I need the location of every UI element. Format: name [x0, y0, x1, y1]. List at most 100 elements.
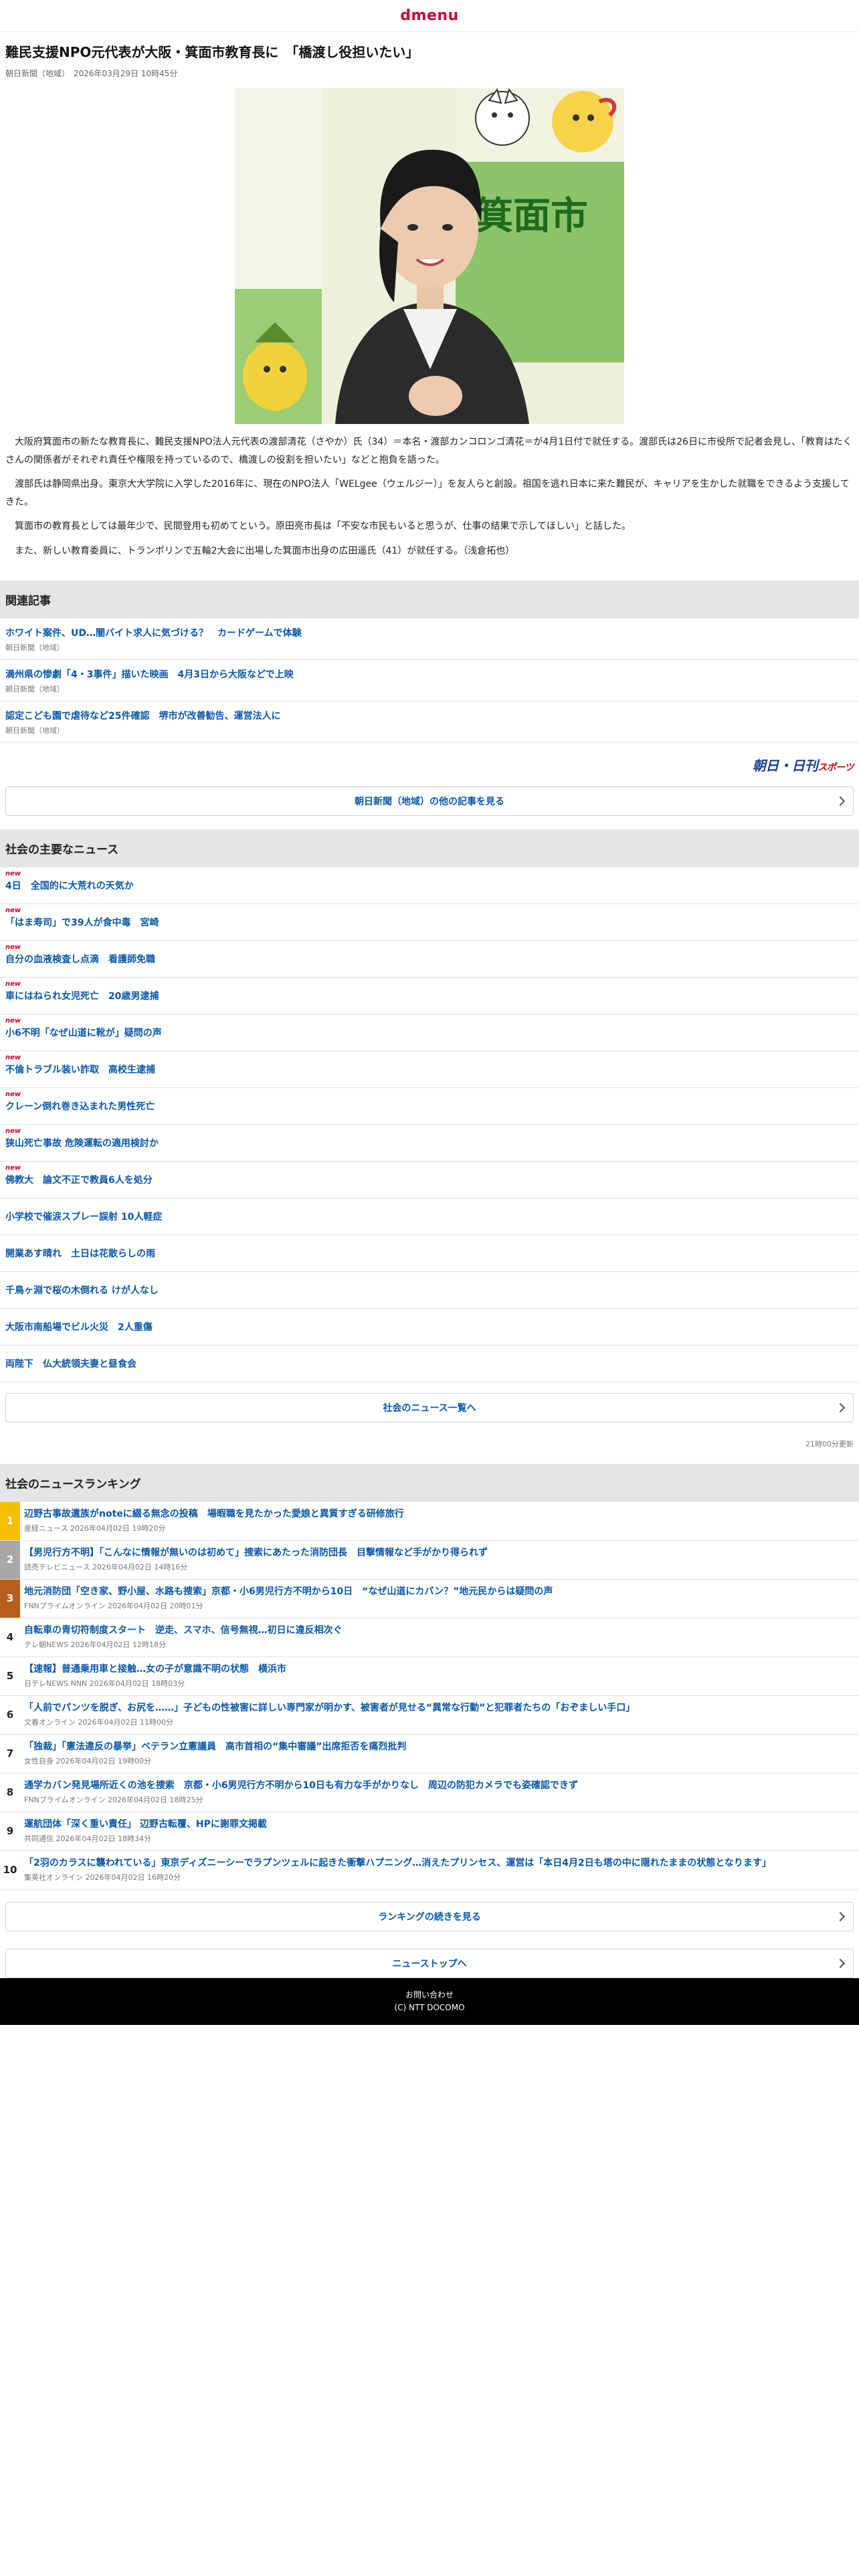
article-meta: 朝日新聞（地域） 2026年03月29日 10時45分: [5, 69, 178, 78]
society-news-item[interactable]: 開業あす晴れ 土日は花散らしの雨: [0, 1235, 859, 1272]
society-news-title[interactable]: 大阪市南船場でビル火災 2人重傷: [5, 1321, 854, 1335]
society-news-title[interactable]: 小6不明「なぜ山道に靴が」疑問の声: [5, 1027, 854, 1041]
society-news-item[interactable]: new 小6不明「なぜ山道に靴が」疑問の声: [0, 1014, 859, 1051]
new-badge: new: [5, 1090, 21, 1098]
article-paragraph: 箕面市の教育長としては最年少で、民間登用も初めてという。原田亮市長は「不安な市民…: [15, 521, 631, 532]
ranking-item[interactable]: 1 辺野古事故遺族がnoteに綴る無念の投稿 場暇職を見たかった愛娘と異質すぎる研…: [0, 1501, 859, 1541]
chevron-right-icon: [835, 1958, 846, 1968]
society-news-item[interactable]: new 車にはねられ女児死亡 20歳男逮捕: [0, 978, 859, 1014]
society-news-title[interactable]: 開業あす晴れ 土日は花散らしの雨: [5, 1247, 854, 1261]
society-news-title[interactable]: 両陛下 仏大統領夫妻と昼食会: [5, 1358, 854, 1372]
related-item-source: 朝日新聞（地域）: [5, 684, 64, 693]
related-item-title[interactable]: 満州県の惨劇「4・3事件」描いた映画 4月3日から大阪などで上映: [5, 668, 854, 682]
rank-number: 6: [6, 1709, 14, 1721]
rank-number: 9: [6, 1825, 14, 1838]
related-item-title[interactable]: ホワイト案件、UD…闇バイト求人に気づける？ カードゲームで体験: [5, 627, 854, 641]
photo-sign-text: 箕面市: [476, 195, 588, 238]
ranking-item[interactable]: 3 地元消防団「空き家、野小屋、水路も捜索」京都・小6男児行方不明から10日 “な…: [0, 1579, 859, 1618]
ranking-item-body: 「独裁」「憲法違反の暴挙」ベテラン立憲議員 高市首相の“集中審議”出席拒否を痛烈…: [20, 1735, 859, 1773]
society-news-title[interactable]: 狭山死亡事故 危険運転の適用検討か: [5, 1137, 854, 1151]
society-news-item[interactable]: new 自分の血液検査し点滴 看護師免職: [0, 941, 859, 978]
ranking-item[interactable]: 9 運航団体「深く重い責任」 辺野古転覆、HPに謝罪文掲載共同通信 2026年04…: [0, 1812, 859, 1851]
photo-wrapper: 箕面市: [0, 88, 859, 424]
related-item[interactable]: ホワイト案件、UD…闇バイト求人に気づける？ カードゲームで体験 朝日新聞（地域…: [0, 619, 859, 660]
ranking-item-body: 【速報】普通乗用車と接触…女の子が意識不明の状態 横浜市日テレNEWS NNN …: [20, 1657, 859, 1695]
copyright: (C) NTT DOCOMO: [394, 2003, 465, 2012]
society-news-item[interactable]: new 「はま寿司」で39人が食中毒 宮崎: [0, 904, 859, 941]
society-news-item[interactable]: 両陛下 仏大統領夫妻と昼食会: [0, 1346, 859, 1382]
new-badge: new: [5, 980, 21, 988]
society-news-title[interactable]: 小学校で催涙スプレー誤射 10人軽症: [5, 1210, 854, 1224]
article-paragraph: 渡部氏は静岡県出身。東京大大学院に入学した2016年に、現在のNPO法人「WEL…: [5, 479, 850, 508]
new-badge: new: [5, 1016, 21, 1025]
ranking-item-title[interactable]: 「独裁」「憲法違反の暴挙」ベテラン立憲議員 高市首相の“集中審議”出席拒否を痛烈…: [24, 1740, 854, 1754]
related-list: ホワイト案件、UD…闇バイト求人に気づける？ カードゲームで体験 朝日新聞（地域…: [0, 619, 859, 743]
ranking-item[interactable]: 6 「人前でパンツを脱ぎ、お尻を……」子どもの性被害に詳しい専門家が明かす、被害者…: [0, 1696, 859, 1735]
ranking-item[interactable]: 10 「2羽のカラスに襲われている」東京ディズニーシーでラプンツェルに起きた衝撃ハ…: [0, 1851, 859, 1890]
society-news-item[interactable]: 千鳥ヶ淵で桜の木倒れる けが人なし: [0, 1272, 859, 1309]
new-badge: new: [5, 869, 21, 877]
ranking-item-body: 自転車の青切符制度スタート 逆走、スマホ、信号無視…初日に違反相次ぐテレ朝NEW…: [20, 1618, 859, 1656]
ranking-item-meta: 文春オンライン 2026年04月02日 11時00分: [24, 1717, 173, 1727]
society-news-item[interactable]: new 不倫トラブル装い詐取 高校生逮捕: [0, 1051, 859, 1088]
new-badge: new: [5, 1127, 21, 1135]
society-news-item[interactable]: new 佛教大 論文不正で教員6人を処分: [0, 1162, 859, 1198]
society-news-title[interactable]: 自分の血液検査し点滴 看護師免職: [5, 953, 854, 967]
news-top-button[interactable]: ニューストップへ: [5, 1948, 854, 1978]
ranking-section-header: 社会のニュースランキング: [0, 1463, 859, 1502]
ranking-item-meta: FNNプライムオンライン 2026年04月02日 20時01分: [24, 1601, 203, 1610]
society-news-item[interactable]: 小学校で催涙スプレー誤射 10人軽症: [0, 1198, 859, 1235]
ranking-item-title[interactable]: 辺野古事故遺族がnoteに綴る無念の投稿 場暇職を見たかった愛娘と異質すぎる研修…: [24, 1507, 854, 1521]
contact-link[interactable]: お問い合わせ: [405, 1989, 454, 2002]
ranking-more-label: ランキングの続きを見る: [378, 1911, 481, 1923]
ranking-item[interactable]: 7 「独裁」「憲法違反の暴挙」ベテラン立憲議員 高市首相の“集中審議”出席拒否を痛…: [0, 1735, 859, 1774]
ranking-item-title[interactable]: 【男児行方不明】「こんなに情報が無いのは初めて」捜索にあたった消防団長 目撃情報…: [24, 1546, 854, 1560]
society-news-title[interactable]: クレーン倒れ巻き込まれた男性死亡: [5, 1100, 854, 1114]
ranking-item[interactable]: 8 通学カバン発見場所近くの池を捜索 京都・小6男児行方不明から10日も有力な手が…: [0, 1774, 859, 1812]
top-bar: dmenu: [0, 0, 859, 32]
related-item-title[interactable]: 認定こども園で虐待など25件確認 堺市が改善勧告、運営法人に: [5, 710, 854, 724]
ranking-item-meta: FNNプライムオンライン 2026年04月02日 18時25分: [24, 1795, 203, 1804]
ranking-item-title[interactable]: 「2羽のカラスに襲われている」東京ディズニーシーでラプンツェルに起きた衝撃ハプニ…: [24, 1856, 854, 1870]
ranking-item[interactable]: 5 【速報】普通乗用車と接触…女の子が意識不明の状態 横浜市日テレNEWS NNN…: [0, 1657, 859, 1696]
related-item[interactable]: 満州県の惨劇「4・3事件」描いた映画 4月3日から大阪などで上映 朝日新聞（地域…: [0, 660, 859, 702]
ranking-item-title[interactable]: 地元消防団「空き家、野小屋、水路も捜索」京都・小6男児行方不明から10日 “なぜ…: [24, 1585, 854, 1599]
society-news-item[interactable]: new 4日 全国的に大荒れの天気か: [0, 867, 859, 904]
society-news-title[interactable]: 千鳥ヶ淵で桜の木倒れる けが人なし: [5, 1284, 854, 1298]
ranking-item-title[interactable]: 自転車の青切符制度スタート 逆走、スマホ、信号無視…初日に違反相次ぐ: [24, 1624, 854, 1638]
ranking-item-meta: 女性自身 2026年04月02日 19時00分: [24, 1756, 151, 1765]
society-news-title[interactable]: 佛教大 論文不正で教員6人を処分: [5, 1174, 854, 1188]
society-news-item[interactable]: 大阪市南船場でビル火災 2人重傷: [0, 1309, 859, 1346]
related-item[interactable]: 認定こども園で虐待など25件確認 堺市が改善勧告、運営法人に 朝日新聞（地域）: [0, 702, 859, 743]
society-news-item[interactable]: new 狭山死亡事故 危険運転の適用検討か: [0, 1125, 859, 1162]
society-news-list-button[interactable]: 社会のニュース一覧へ: [5, 1392, 854, 1422]
chevron-right-icon: [835, 1911, 846, 1921]
new-badge: new: [5, 943, 21, 951]
society-news-title[interactable]: 不倫トラブル装い詐取 高校生逮捕: [5, 1063, 854, 1077]
ranking-item-meta: 日テレNEWS NNN 2026年04月02日 18時03分: [24, 1679, 185, 1688]
ranking-item-body: 【男児行方不明】「こんなに情報が無いのは初めて」捜索にあたった消防団長 目撃情報…: [20, 1541, 859, 1579]
society-news-title[interactable]: 4日 全国的に大荒れの天気か: [5, 879, 854, 893]
ranking-item-title[interactable]: 運航団体「深く重い責任」 辺野古転覆、HPに謝罪文掲載: [24, 1818, 854, 1832]
society-news-title[interactable]: 車にはねられ女児死亡 20歳男逮捕: [5, 990, 854, 1004]
ranking-item-title[interactable]: 通学カバン発見場所近くの池を捜索 京都・小6男児行方不明から10日も有力な手がか…: [24, 1779, 854, 1793]
rank-number: 5: [6, 1670, 14, 1683]
dmenu-logo[interactable]: dmenu: [400, 7, 458, 24]
brand-badge-main: 朝日・日刊: [752, 757, 818, 774]
article-body: 大阪府箕面市の新たな教育長に、難民支援NPO法人元代表の渡部清花（さやか）氏（3…: [0, 424, 859, 580]
society-news-item[interactable]: new クレーン倒れ巻き込まれた男性死亡: [0, 1088, 859, 1125]
society-news-title[interactable]: 「はま寿司」で39人が食中毒 宮崎: [5, 916, 854, 930]
ranking-item-body: 運航団体「深く重い責任」 辺野古転覆、HPに謝罪文掲載共同通信 2026年04月…: [20, 1812, 859, 1850]
ranking-item-meta: 共同通信 2026年04月02日 18時34分: [24, 1834, 151, 1843]
rank-number: 10: [3, 1864, 17, 1876]
ranking-item-title[interactable]: 「人前でパンツを脱ぎ、お尻を……」子どもの性被害に詳しい専門家が明かす、被害者が…: [24, 1701, 854, 1715]
ranking-item[interactable]: 2 【男児行方不明】「こんなに情報が無いのは初めて」捜索にあたった消防団長 目撃情…: [0, 1540, 859, 1580]
publisher-more-articles-button[interactable]: 朝日新聞（地域）の他の記事を見る: [5, 786, 854, 816]
publisher-brand-row: 朝日・日刊スポーツ: [0, 743, 859, 782]
ranking-item-title[interactable]: 【速報】普通乗用車と接触…女の子が意識不明の状態 横浜市: [24, 1662, 854, 1677]
chevron-right-icon: [835, 796, 846, 806]
ranking-more-button[interactable]: ランキングの続きを見る: [5, 1901, 854, 1931]
updated-time: 21時00分更新: [805, 1439, 854, 1448]
ranking-item-meta: テレ朝NEWS 2026年04月02日 12時18分: [24, 1640, 167, 1649]
ranking-item[interactable]: 4 自転車の青切符制度スタート 逆走、スマホ、信号無視…初日に違反相次ぐ テレ朝NE…: [0, 1618, 859, 1657]
